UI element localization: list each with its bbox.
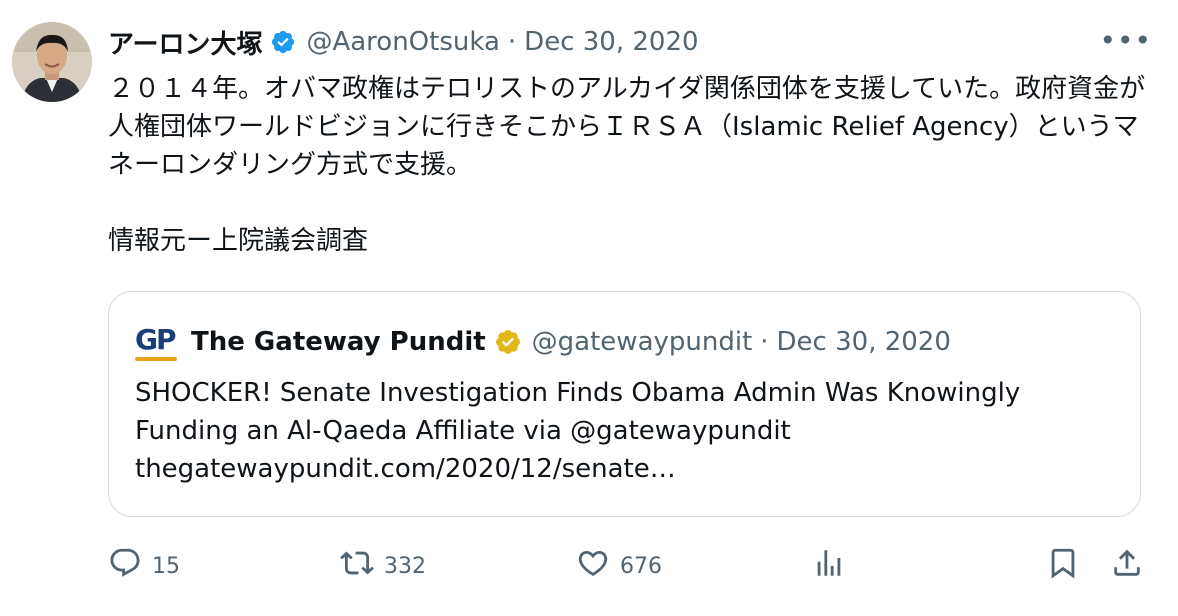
quoted-tweet-date[interactable]: Dec 30, 2020 bbox=[777, 327, 951, 357]
separator-dot: · bbox=[760, 327, 769, 357]
logo-text: GP bbox=[135, 323, 177, 356]
avatar-photo bbox=[12, 22, 92, 102]
tweet-text: ２０１４年。オバマ政権はテロリストのアルカイダ関係団体を支援していた。政府資金が… bbox=[108, 74, 1146, 256]
retweet-count: 332 bbox=[384, 553, 426, 579]
tweet-header: アーロン大塚 @AaronOtsuka · Dec 30, 2020 bbox=[108, 22, 1158, 62]
quoted-text-line: Funding an Al-Qaeda Affiliate via @gatew… bbox=[135, 416, 791, 446]
quoted-text-line: SHOCKER! Senate Investigation Finds Obam… bbox=[135, 378, 1021, 408]
quoted-author-name[interactable]: The Gateway Pundit bbox=[191, 327, 486, 357]
separator-dot: · bbox=[507, 27, 517, 57]
author-display-name[interactable]: アーロン大塚 bbox=[108, 24, 262, 61]
reply-button[interactable]: 15 bbox=[108, 544, 180, 588]
quoted-author-handle[interactable]: @gatewaypundit bbox=[532, 327, 753, 357]
retweet-button[interactable]: 332 bbox=[340, 544, 426, 588]
share-icon bbox=[1110, 546, 1144, 586]
avatar[interactable] bbox=[12, 22, 92, 102]
more-options-icon[interactable]: ••• bbox=[1099, 27, 1152, 55]
verified-gold-badge-icon[interactable] bbox=[494, 328, 522, 356]
heart-icon bbox=[576, 546, 610, 586]
like-count: 676 bbox=[620, 553, 662, 579]
bookmark-button[interactable] bbox=[1046, 544, 1080, 588]
tweet-actions-bar: 15 332 676 bbox=[108, 544, 1158, 588]
analytics-icon bbox=[812, 546, 846, 586]
quoted-tweet-text: SHOCKER! Senate Investigation Finds Obam… bbox=[135, 374, 1125, 488]
author-handle[interactable]: @AaronOtsuka bbox=[306, 27, 499, 57]
retweet-icon bbox=[340, 546, 374, 586]
quoted-tweet-header: GP The Gateway Pundit @gatewaypundit · D… bbox=[135, 322, 1130, 362]
logo-underline bbox=[135, 357, 177, 361]
views-button[interactable] bbox=[812, 544, 846, 588]
verified-badge-icon[interactable] bbox=[270, 29, 296, 55]
gateway-pundit-logo-icon[interactable]: GP bbox=[135, 323, 177, 361]
reply-icon bbox=[108, 546, 142, 586]
quoted-text-link[interactable]: thegatewaypundit.com/2020/12/senate… bbox=[135, 450, 1125, 488]
share-button[interactable] bbox=[1110, 544, 1144, 588]
like-button[interactable]: 676 bbox=[576, 544, 662, 588]
reply-count: 15 bbox=[152, 553, 180, 579]
quoted-tweet-card[interactable]: GP The Gateway Pundit @gatewaypundit · D… bbox=[108, 291, 1141, 517]
tweet-date[interactable]: Dec 30, 2020 bbox=[524, 27, 698, 57]
bookmark-icon bbox=[1046, 546, 1080, 586]
